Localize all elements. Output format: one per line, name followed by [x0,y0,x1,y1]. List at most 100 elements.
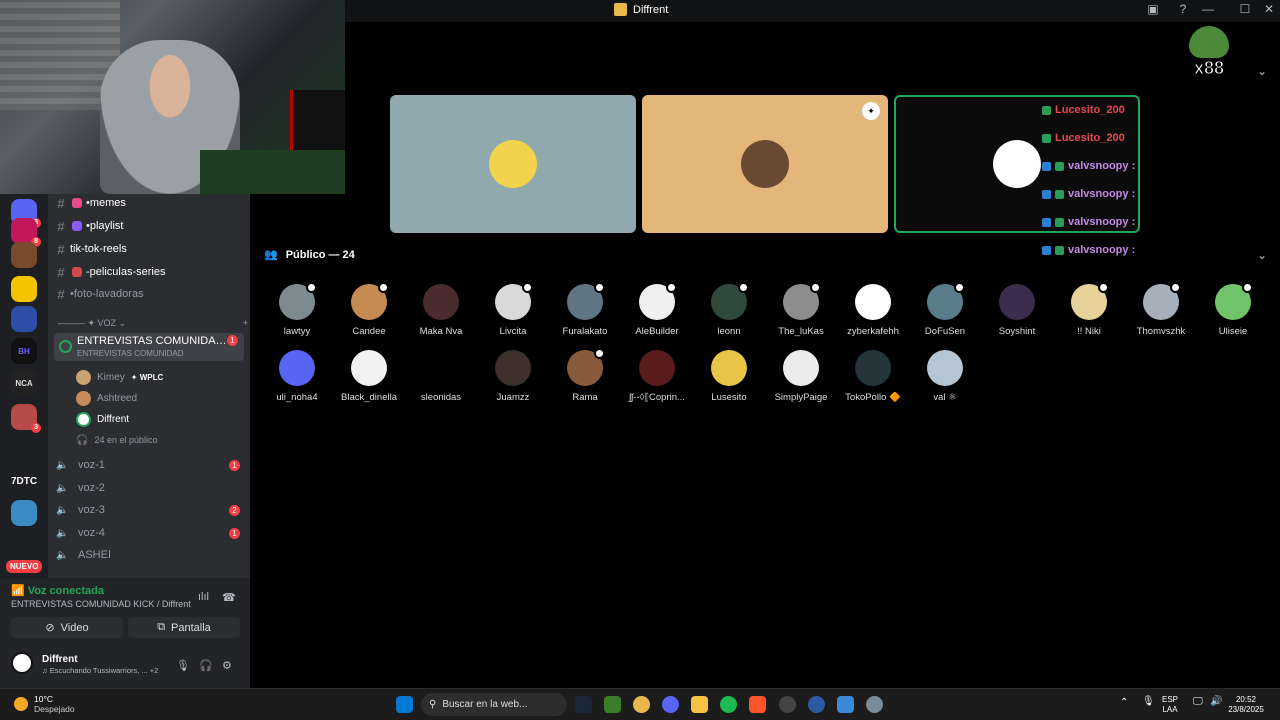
audience-member[interactable]: Livcita [477,282,549,337]
audience-member-name: lawtyy [283,326,311,337]
maximize-button[interactable]: ☐ [1233,2,1257,16]
voice-user[interactable]: Ashtreed [76,388,137,408]
audience-member[interactable]: Thomvszhk [1125,282,1197,337]
voice-channel-voz-1[interactable]: 🔈 voz-1 1 [56,454,246,476]
audience-member-name: Thomvszhk [1136,326,1186,337]
voice-category[interactable]: ——— ✦ VOZ ⌄ + [58,318,248,329]
audience-member[interactable]: Candee [333,282,405,337]
audience-member[interactable]: Maka Nva [405,284,477,337]
nuevo-badge[interactable]: NUEVO [6,560,43,573]
voice-channel-voz-2[interactable]: 🔈 voz-2 [56,477,246,499]
channel-tik-tok-reels[interactable]: # tik-tok-reels [52,238,246,260]
speaker-tile[interactable] [390,95,636,233]
video-button[interactable]: ⊘ Video [11,617,123,638]
server-icon[interactable] [11,436,37,462]
file-explorer-icon[interactable] [691,696,708,713]
voice-user[interactable]: Kimey ✦ WPLC [76,367,163,387]
webcam-overlay [0,0,345,194]
network-icon[interactable]: 🖵 [1193,697,1203,707]
voice-channel-voz-3[interactable]: 🔈 voz-3 2 [56,499,246,521]
audience-member[interactable]: TokoPollo 🔶 [837,350,909,403]
noise-suppression-icon[interactable]: ılıl [198,591,209,603]
mention-badge: 2 [229,505,240,516]
taskbar-search[interactable]: ⚲ Buscar en la web... [421,693,567,716]
speaker-tile[interactable]: ✦ [642,95,888,233]
audience-member[interactable]: Rama [549,348,621,403]
audience-count-row[interactable]: 🎧 24 en el público [76,430,158,450]
channel-foto-lavadoras[interactable]: # • foto-lavadoras [52,283,246,305]
audience-member[interactable]: sleonidas [405,350,477,403]
notepad-icon[interactable] [837,696,854,713]
audience-member[interactable]: ʃʃ--◊⟦Coprin... [621,350,693,403]
channel-playlist[interactable]: # • playlist [52,215,246,237]
disconnect-icon[interactable]: ☎ [222,591,236,604]
audience-member[interactable]: !! Niki [1053,282,1125,337]
audience-member[interactable]: Uliseie [1197,282,1269,337]
inbox-icon[interactable]: ▣ [1141,2,1165,16]
server-icon[interactable] [11,242,37,268]
minimize-button[interactable]: — [1196,2,1220,16]
status-badge-icon [1242,282,1253,293]
server-icon[interactable]: 7DTC [11,468,37,494]
avatar[interactable] [11,652,33,674]
audience-member[interactable]: zyberkafehh [837,284,909,337]
chat-line: Lucesito_200 [1042,124,1182,152]
discord-icon[interactable] [662,696,679,713]
audience-member[interactable]: Soyshint [981,284,1053,337]
windows-start-icon[interactable] [396,696,413,713]
minecraft-icon[interactable] [604,696,621,713]
server-icon[interactable] [11,500,37,526]
settings-gear-icon[interactable]: ⚙ [222,659,232,672]
audience-member[interactable]: Lusesito [693,350,765,403]
headphones-icon[interactable]: 🎧 [199,659,213,672]
hash-icon: # [57,195,65,211]
server-icon[interactable] [11,276,37,302]
audience-member[interactable]: Black_dinella [333,350,405,403]
audience-member[interactable]: DoFuSen [909,282,981,337]
audience-member[interactable]: Juamzz [477,350,549,403]
audience-member[interactable]: leonn [693,282,765,337]
server-icon[interactable]: NCA [11,370,37,396]
audience-member[interactable]: val ⚛ [909,350,981,403]
brave-icon[interactable] [749,696,766,713]
app-icon[interactable] [779,696,796,713]
audience-member[interactable]: uli_noha4 [261,350,333,403]
channel-peliculas-series[interactable]: # -peliculas-series [52,261,246,283]
volume-icon[interactable]: 🔊 [1210,697,1222,707]
steam-icon[interactable] [575,696,592,713]
voice-channel-ashei[interactable]: 🔈 ASHEI [56,544,246,566]
server-icon[interactable] [11,532,37,558]
add-channel-icon[interactable]: + [243,318,248,329]
server-icon[interactable]: 3 [11,404,41,433]
active-voice-channel[interactable]: ENTREVISTAS COMUNIDAD K... ENTREVISTAS C… [54,333,244,361]
server-icon[interactable]: BH [11,338,37,364]
weather-widget[interactable]: 10°C Despejado [14,694,75,714]
status-badge-icon [666,282,677,293]
chrome-icon[interactable] [633,696,650,713]
audience-member[interactable]: Furalakato [549,282,621,337]
voice-channel-voz-4[interactable]: 🔈 voz-4 1 [56,522,246,544]
close-button[interactable]: ✕ [1257,2,1280,16]
channel-memes[interactable]: # • memes [52,192,246,214]
clock[interactable]: 20:52 23/8/2025 [1226,695,1266,715]
status-badge-icon [594,348,605,359]
screen-share-button[interactable]: ⧉ Pantalla [128,617,240,638]
chevron-up-icon[interactable]: ⌃ [1120,698,1128,708]
server-icon[interactable]: 8 [11,218,41,247]
chevron-down-icon[interactable]: ⌄ [1257,64,1267,78]
microphone-icon[interactable]: 🎙 [1142,697,1155,707]
server-icon[interactable] [11,306,37,332]
microphone-icon[interactable]: 🎙 [176,659,190,672]
kick-badge-icon [1042,133,1051,143]
language-indicator[interactable]: ESP LAA [1162,695,1178,715]
settings-gear-icon[interactable] [866,696,883,713]
chevron-down-icon[interactable]: ⌄ [1257,248,1267,262]
audience-member[interactable]: SimplyPaige [765,350,837,403]
audience-member[interactable]: lawtyy [261,282,333,337]
spotify-icon[interactable] [720,696,737,713]
help-icon[interactable]: ? [1171,2,1195,16]
audience-member[interactable]: AleBuilder [621,282,693,337]
audience-member[interactable]: The_luKas [765,282,837,337]
app-icon[interactable] [808,696,825,713]
voice-user[interactable]: Diffrent [76,409,129,429]
